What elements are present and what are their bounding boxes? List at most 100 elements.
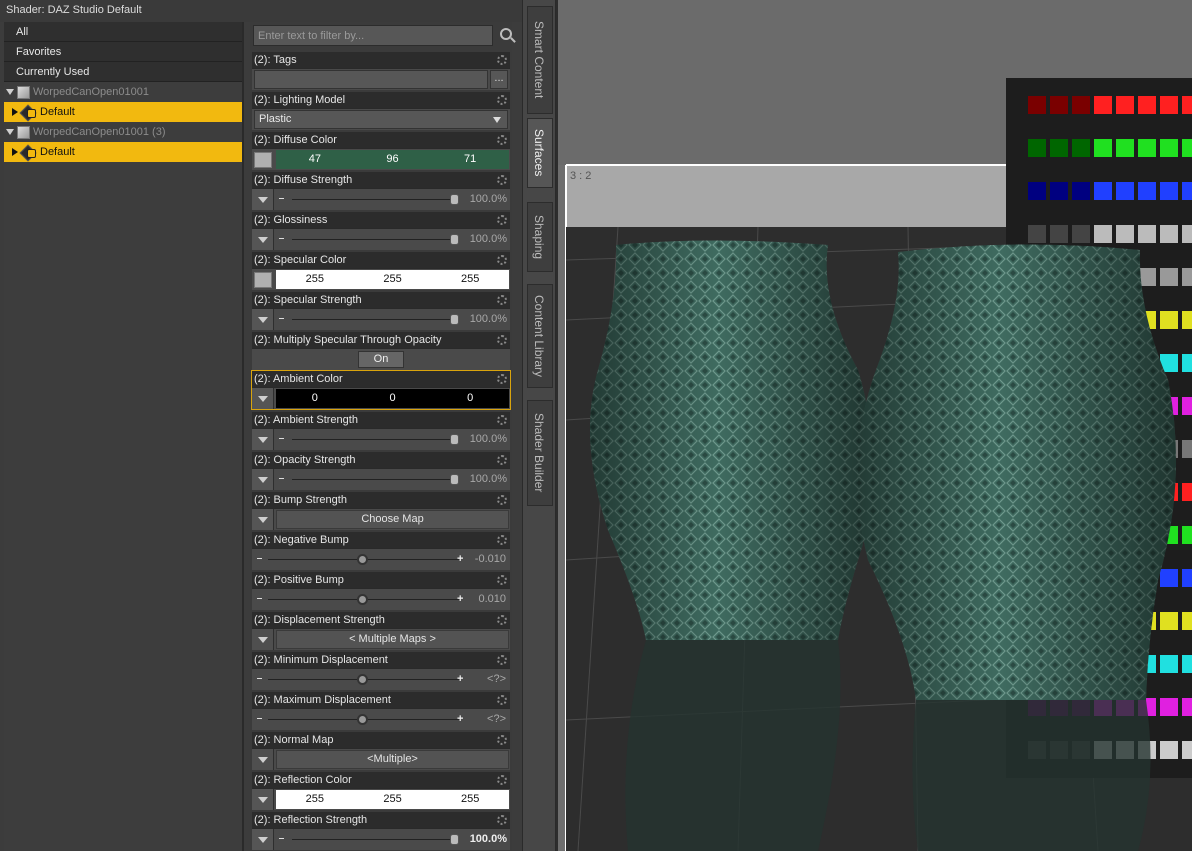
slider-knob[interactable] bbox=[450, 314, 459, 325]
gear-icon[interactable] bbox=[497, 495, 507, 505]
map-dropdown-button[interactable] bbox=[252, 229, 274, 250]
gear-icon[interactable] bbox=[497, 775, 507, 785]
slider-knob[interactable] bbox=[450, 194, 459, 205]
slider-value[interactable]: 100.0% bbox=[470, 193, 507, 205]
map-dropdown-button[interactable] bbox=[252, 309, 274, 330]
gear-icon[interactable] bbox=[497, 374, 507, 384]
expand-icon[interactable] bbox=[6, 129, 14, 135]
slider-knob[interactable] bbox=[357, 674, 368, 685]
map-dropdown-button[interactable] bbox=[252, 388, 274, 409]
tree-group-1[interactable]: WorpedCanOpen01001 bbox=[4, 82, 242, 102]
slider-value[interactable]: 100.0% bbox=[470, 233, 507, 245]
filter-favorites[interactable]: Favorites bbox=[4, 42, 242, 62]
tab-shader-builder[interactable]: Shader Builder bbox=[527, 400, 553, 506]
slider-track[interactable] bbox=[292, 199, 458, 200]
plus-icon[interactable]: + bbox=[457, 593, 463, 605]
slider-value[interactable]: 100.0% bbox=[470, 473, 507, 485]
tree-item-default-1[interactable]: Default bbox=[4, 102, 242, 122]
plus-icon[interactable]: + bbox=[457, 713, 463, 725]
tab-surfaces[interactable]: Surfaces bbox=[527, 118, 553, 188]
gear-icon[interactable] bbox=[497, 695, 507, 705]
map-dropdown-button[interactable] bbox=[252, 469, 274, 490]
slider-knob[interactable] bbox=[450, 234, 459, 245]
map-swatch[interactable] bbox=[252, 629, 274, 650]
map-dropdown-button[interactable] bbox=[252, 789, 274, 810]
reflection-color-field[interactable]: 255 255 255 bbox=[276, 790, 509, 809]
prop-label: (2): Bump Strength bbox=[254, 494, 347, 506]
tab-shaping[interactable]: Shaping bbox=[527, 202, 553, 272]
expand-icon[interactable] bbox=[6, 89, 14, 95]
slider-knob[interactable] bbox=[357, 714, 368, 725]
tags-browse-button[interactable]: ... bbox=[490, 70, 508, 89]
gear-icon[interactable] bbox=[497, 255, 507, 265]
map-dropdown-button[interactable] bbox=[252, 829, 274, 850]
normal-map-button[interactable]: <Multiple> bbox=[276, 750, 509, 769]
plus-icon[interactable]: + bbox=[457, 553, 463, 565]
filter-input[interactable] bbox=[253, 25, 493, 46]
slider-value[interactable]: 100.0% bbox=[470, 433, 507, 445]
tab-content-library[interactable]: Content Library bbox=[527, 284, 553, 388]
gear-icon[interactable] bbox=[497, 455, 507, 465]
gear-icon[interactable] bbox=[497, 415, 507, 425]
tags-field[interactable] bbox=[254, 70, 488, 89]
chart-swatch bbox=[1094, 225, 1112, 243]
minus-icon[interactable] bbox=[257, 558, 262, 559]
minus-icon[interactable] bbox=[257, 678, 262, 679]
slider-track[interactable] bbox=[292, 439, 458, 440]
gear-icon[interactable] bbox=[497, 815, 507, 825]
slider-knob[interactable] bbox=[450, 834, 459, 845]
slider-knob[interactable] bbox=[357, 554, 368, 565]
diffuse-color-field[interactable]: 47 96 71 bbox=[276, 150, 509, 169]
gear-icon[interactable] bbox=[497, 215, 507, 225]
gear-icon[interactable] bbox=[497, 655, 507, 665]
lighting-model-select[interactable]: Plastic bbox=[254, 110, 508, 129]
slider-value[interactable]: <?> bbox=[487, 713, 506, 725]
map-swatch[interactable] bbox=[254, 152, 272, 168]
slider-track[interactable] bbox=[292, 319, 458, 320]
slider-value[interactable]: 0.010 bbox=[478, 593, 506, 605]
choose-map-button[interactable]: Choose Map bbox=[276, 510, 509, 529]
gear-icon[interactable] bbox=[497, 615, 507, 625]
expand-icon[interactable] bbox=[12, 148, 18, 156]
search-icon[interactable] bbox=[500, 28, 512, 40]
gear-icon[interactable] bbox=[497, 295, 507, 305]
expand-icon[interactable] bbox=[12, 108, 18, 116]
slider-track[interactable] bbox=[292, 479, 458, 480]
minus-icon[interactable] bbox=[257, 598, 262, 599]
slider-track[interactable] bbox=[292, 839, 458, 840]
gear-icon[interactable] bbox=[497, 335, 507, 345]
slider-track[interactable] bbox=[292, 239, 458, 240]
gear-icon[interactable] bbox=[497, 55, 507, 65]
gear-icon[interactable] bbox=[497, 175, 507, 185]
tree-item-default-2[interactable]: Default bbox=[4, 142, 242, 162]
map-dropdown-button[interactable] bbox=[252, 189, 274, 210]
filter-all[interactable]: All bbox=[4, 22, 242, 42]
gear-icon[interactable] bbox=[497, 535, 507, 545]
specular-color-field[interactable]: 255 255 255 bbox=[276, 270, 509, 289]
tree-group-2[interactable]: WorpedCanOpen01001 (3) bbox=[4, 122, 242, 142]
filter-currently-used[interactable]: Currently Used bbox=[4, 62, 242, 82]
slider-knob[interactable] bbox=[357, 594, 368, 605]
slider-value[interactable]: <?> bbox=[487, 673, 506, 685]
gear-icon[interactable] bbox=[497, 575, 507, 585]
map-dropdown-button[interactable] bbox=[252, 429, 274, 450]
map-dropdown-button[interactable] bbox=[252, 509, 274, 530]
slider-value[interactable]: 100.0% bbox=[470, 833, 507, 845]
slider-knob[interactable] bbox=[450, 434, 459, 445]
minus-icon[interactable] bbox=[257, 718, 262, 719]
map-swatch[interactable] bbox=[252, 749, 274, 770]
gear-icon[interactable] bbox=[497, 135, 507, 145]
slider-value[interactable]: 100.0% bbox=[470, 313, 507, 325]
slider-knob[interactable] bbox=[450, 474, 459, 485]
viewport-3d[interactable]: 3 : 2 bbox=[556, 0, 1192, 851]
gear-icon[interactable] bbox=[497, 95, 507, 105]
slider-value[interactable]: -0.010 bbox=[475, 553, 506, 565]
tab-smart-content[interactable]: Smart Content bbox=[527, 6, 553, 114]
gear-icon[interactable] bbox=[497, 735, 507, 745]
ambient-color-field[interactable]: 0 0 0 bbox=[276, 389, 509, 408]
map-swatch[interactable] bbox=[254, 272, 272, 288]
on-toggle[interactable]: On bbox=[358, 351, 404, 368]
chart-swatch bbox=[1050, 225, 1068, 243]
plus-icon[interactable]: + bbox=[457, 673, 463, 685]
multiple-maps-button[interactable]: < Multiple Maps > bbox=[276, 630, 509, 649]
